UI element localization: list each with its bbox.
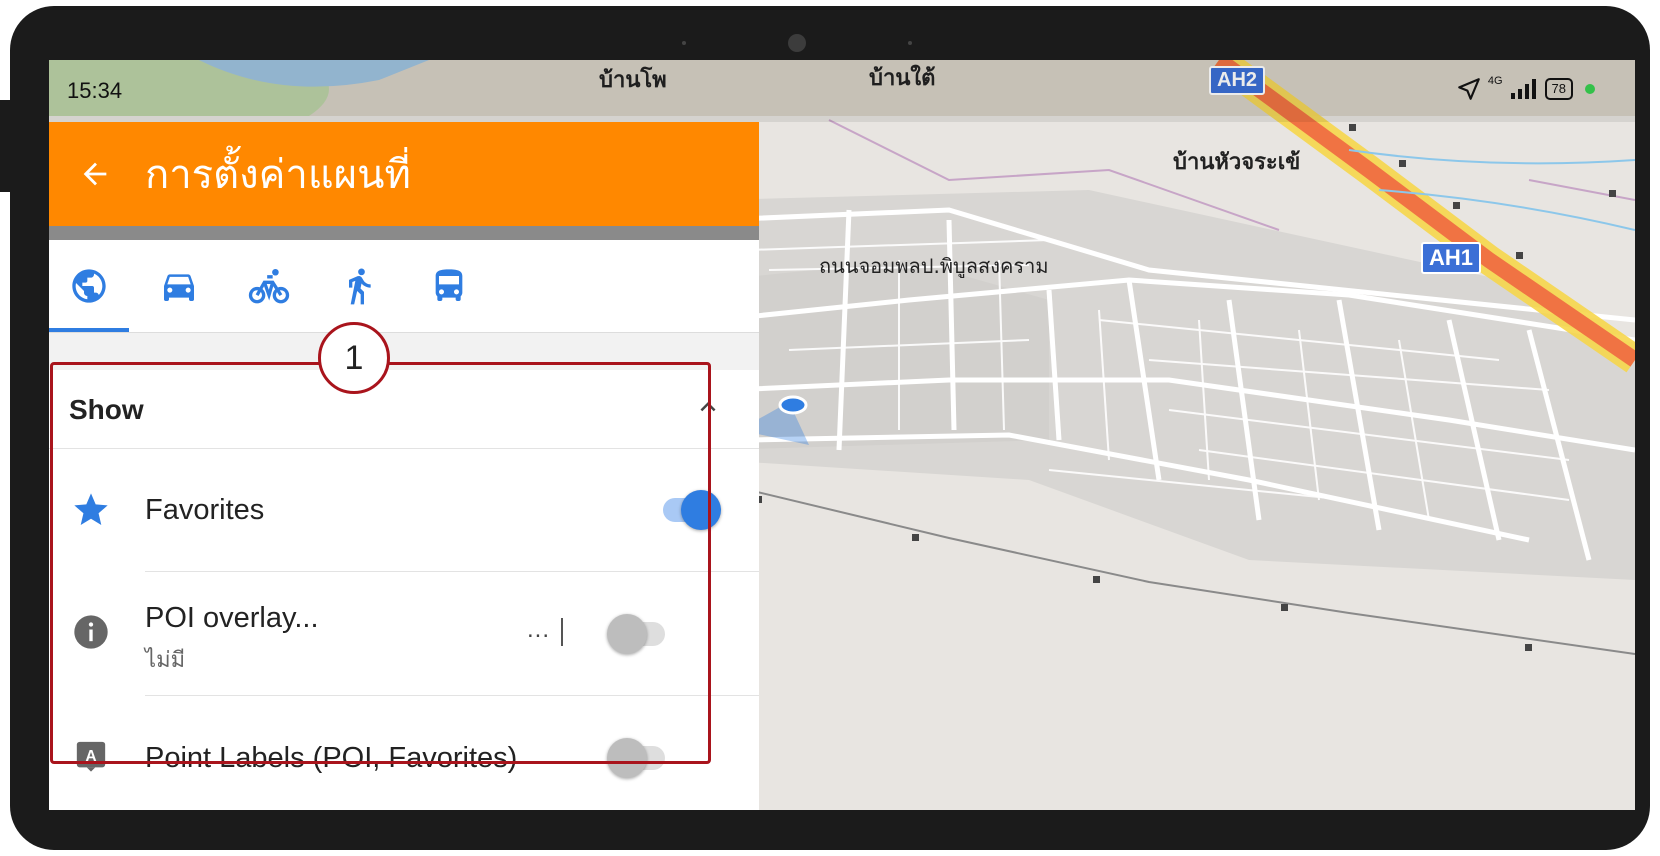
- tab-bus[interactable]: [409, 240, 489, 332]
- back-arrow-icon: [83, 162, 107, 186]
- route-shield-ah1: AH1: [1421, 242, 1482, 274]
- network-type: 4G: [1487, 75, 1503, 87]
- map-label-ban-hua-chorakhe: บ้านหัวจระเข้: [1173, 150, 1301, 175]
- map-preview-strip: [49, 226, 759, 240]
- bicycle-icon: [248, 268, 290, 304]
- selected-tab-indicator: [49, 328, 129, 332]
- tab-pedestrian[interactable]: [319, 240, 399, 332]
- tab-bicycle[interactable]: [229, 240, 309, 332]
- profile-tabs: [49, 240, 759, 333]
- privacy-dot: [1585, 84, 1595, 94]
- status-icons: 4G 78: [1456, 75, 1595, 102]
- globe-icon: [72, 269, 106, 303]
- app-bar: การตั้งค่าแผนที่: [49, 122, 759, 226]
- sensor-dot: [908, 41, 912, 45]
- signal-icon: [1510, 79, 1536, 99]
- page-title: การตั้งค่าแผนที่: [145, 152, 411, 198]
- location-arrow-icon: [1458, 78, 1480, 100]
- front-camera: [788, 34, 806, 52]
- map-label-road: ถนนจอมพลป.พิบูลสงคราม: [819, 254, 1049, 278]
- status-bar: 15:34 4G 78: [49, 60, 1635, 122]
- sensor-dot: [682, 41, 686, 45]
- highlight-box: [50, 362, 711, 764]
- callout-number-badge: 1: [318, 322, 390, 394]
- tab-car[interactable]: [139, 240, 219, 332]
- status-time: 15:34: [67, 78, 123, 103]
- tab-browse-map[interactable]: [49, 240, 129, 332]
- battery-indicator: 78: [1544, 78, 1573, 100]
- bus-icon: [435, 269, 463, 301]
- car-icon: [164, 274, 194, 301]
- pedestrian-icon: [349, 268, 371, 305]
- back-button[interactable]: [75, 154, 115, 194]
- device-side-button: [0, 100, 10, 192]
